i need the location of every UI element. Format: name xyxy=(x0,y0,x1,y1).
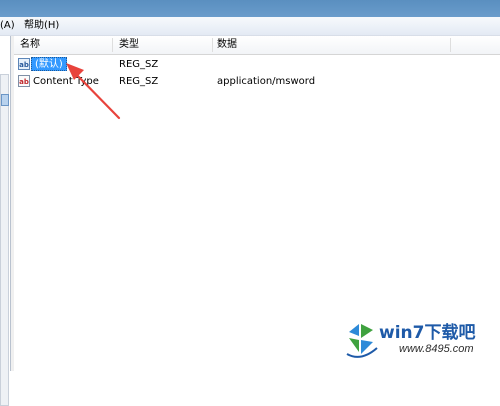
win7-logo-icon xyxy=(346,324,378,358)
watermark-text: win7下载吧 xyxy=(379,323,476,343)
watermark: win7下载吧 www.8495.com xyxy=(343,314,493,366)
watermark-url: www.8495.com xyxy=(399,343,474,355)
